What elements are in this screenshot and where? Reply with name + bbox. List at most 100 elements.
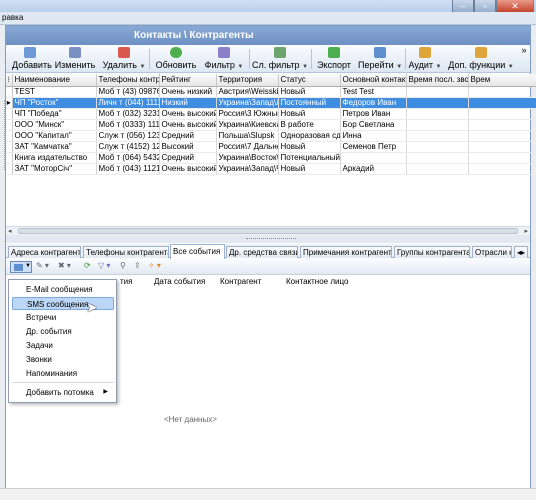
column-header[interactable]: Статус	[278, 74, 341, 87]
tabs-scroll-button[interactable]: ◂▸	[514, 246, 528, 258]
filter-events-button[interactable]: ▽ ▾	[98, 261, 110, 273]
audit-events-button[interactable]: ✧ ▾	[148, 261, 161, 273]
add-event-button[interactable]: ▼	[10, 261, 32, 273]
menu-item-tasks[interactable]: Задачи	[12, 339, 114, 352]
menu-item-edit[interactable]: равка	[2, 13, 23, 22]
filter-button[interactable]: Фильтр ▼	[202, 47, 246, 72]
table-cell[interactable]: Моб т (0333) 1111111	[96, 119, 160, 131]
table-cell[interactable]	[468, 163, 536, 175]
table-cell[interactable]: Очень высокий	[159, 108, 217, 120]
column-header[interactable]: Контрагент	[220, 277, 261, 286]
table-cell[interactable]: ООО "Минск"	[12, 119, 97, 131]
table-row[interactable]: ООО "Капитал"Служ т (056) 1234567Средний…	[6, 130, 536, 142]
table-cell[interactable]: В работе	[278, 119, 341, 131]
goto-button[interactable]: Перейти ▼	[358, 47, 402, 72]
refresh-events-button[interactable]: ⟳	[84, 261, 91, 273]
table-cell[interactable]: Одноразовая сдел	[278, 130, 341, 142]
column-header[interactable]: Время посл. звонк	[406, 74, 469, 87]
export-button[interactable]: Экспорт	[314, 47, 354, 72]
audit-button[interactable]: Аудит ▼	[408, 47, 442, 72]
table-cell[interactable]: Высокий	[159, 141, 217, 153]
column-header[interactable]: Дата события	[154, 277, 205, 286]
table-cell[interactable]: Петров Иван	[340, 108, 407, 120]
menu-item-reminders[interactable]: Напоминания	[12, 367, 114, 380]
table-cell[interactable]: Постоянный	[278, 97, 341, 109]
table-cell[interactable]: Новый	[278, 141, 341, 153]
menu-item-add-child[interactable]: Добавить потомка ▶	[12, 386, 114, 399]
table-cell[interactable]: Моб т (043) 11212121	[96, 163, 160, 175]
refresh-button[interactable]: Обновить	[153, 47, 199, 72]
tab-notes[interactable]: Примечания контрагента	[300, 246, 392, 258]
column-header[interactable]: Телефоны контрагент	[96, 74, 160, 87]
table-cell[interactable]	[468, 141, 536, 153]
table-row[interactable]: ▸ЧП "Росток"Личн т (044) 1111111НизкийУк…	[6, 97, 536, 109]
edit-button[interactable]: Изменить	[52, 47, 98, 72]
menu-item-meetings[interactable]: Встречи	[12, 311, 114, 324]
table-cell[interactable]	[468, 152, 536, 164]
table-cell[interactable]: Украина\Запад\Ль	[216, 97, 279, 109]
add-button[interactable]: Добавить	[12, 47, 52, 72]
table-row[interactable]: ООО "Минск"Моб т (0333) 1111111Очень выс…	[6, 119, 536, 131]
menu-item-other-events[interactable]: Др. события	[12, 325, 114, 338]
toolbar-overflow-button[interactable]: »	[520, 45, 528, 70]
table-cell[interactable]	[340, 152, 407, 164]
table-cell[interactable]: Служ т (4152) 123456	[96, 141, 160, 153]
table-cell[interactable]: ЧП "Победа"	[12, 108, 97, 120]
tab-groups[interactable]: Группы контрагента	[394, 246, 470, 258]
panel-splitter[interactable]	[6, 235, 530, 243]
column-header[interactable]: Наименование	[12, 74, 97, 87]
table-row[interactable]: TESTМоб т (43) 0987654Очень низкийАвстри…	[6, 86, 536, 98]
table-cell[interactable]	[468, 130, 536, 142]
edit-event-button[interactable]: ✎ ▾	[36, 261, 49, 273]
table-row[interactable]: ЗАТ "МоторСіч"Моб т (043) 11212121Очень …	[6, 163, 536, 175]
table-cell[interactable]	[468, 86, 536, 98]
table-cell[interactable]: Украина\Восток\Х	[216, 152, 279, 164]
table-cell[interactable]: Средний	[159, 152, 217, 164]
table-cell[interactable]: Новый	[278, 86, 341, 98]
table-cell[interactable]: Очень высокий	[159, 163, 217, 175]
column-header[interactable]: Основной контакт	[340, 74, 407, 87]
table-cell[interactable]: Моб т (032) 3231111; М	[96, 108, 160, 120]
table-cell[interactable]	[406, 86, 469, 98]
table-row[interactable]: Книга издательствоМоб т (064) 5432111Сре…	[6, 152, 536, 164]
menu-item-sms[interactable]: SMS сообщения	[12, 297, 114, 310]
table-cell[interactable]: ЗАТ "МоторСіч"	[12, 163, 97, 175]
table-cell[interactable]: Россия\3 Южный\	[216, 108, 279, 120]
table-row[interactable]: ЗАТ "Камчатка"Служ т (4152) 123456Высоки…	[6, 141, 536, 153]
tab-phones[interactable]: Телефоны контрагента	[83, 246, 169, 258]
table-cell[interactable]	[406, 97, 469, 109]
table-cell[interactable]	[406, 141, 469, 153]
scroll-right-icon[interactable]: ▸	[524, 227, 528, 235]
menu-item-calls[interactable]: Звонки	[12, 353, 114, 366]
table-cell[interactable]: ЗАТ "Камчатка"	[12, 141, 97, 153]
scrollbar-thumb[interactable]	[18, 228, 518, 234]
table-cell[interactable]: TEST	[12, 86, 97, 98]
complex-filter-events-button[interactable]: ⚲	[120, 261, 126, 273]
table-row[interactable]: ЧП "Победа"Моб т (032) 3231111; МОчень в…	[6, 108, 536, 120]
column-header[interactable]: тия	[120, 277, 132, 286]
tab-all-events[interactable]: Все события	[170, 244, 225, 259]
table-cell[interactable]: Бор Светлана	[340, 119, 407, 131]
table-cell[interactable]: Польша\Slupsk	[216, 130, 279, 142]
table-cell[interactable]: Очень низкий	[159, 86, 217, 98]
tab-industries[interactable]: Отрасли ко	[472, 246, 512, 258]
menu-item-email[interactable]: E-Mail сообщения	[12, 283, 114, 296]
column-header[interactable]: Территория	[216, 74, 279, 87]
table-cell[interactable]: Австрия\Weisskirch	[216, 86, 279, 98]
table-cell[interactable]	[468, 119, 536, 131]
column-header[interactable]: Врем	[468, 74, 536, 87]
table-cell[interactable]: Моб т (43) 0987654	[96, 86, 160, 98]
table-cell[interactable]	[406, 152, 469, 164]
table-cell[interactable]	[406, 108, 469, 120]
table-cell[interactable]: Аркадий	[340, 163, 407, 175]
scroll-left-icon[interactable]: ◂	[8, 227, 12, 235]
table-cell[interactable]: ООО "Капитал"	[12, 130, 97, 142]
table-cell[interactable]: Test Test	[340, 86, 407, 98]
complex-filter-button[interactable]: Сл. фильтр ▼	[252, 47, 308, 72]
extra-functions-button[interactable]: Доп. функции ▼	[446, 47, 516, 72]
table-cell[interactable]: ЧП "Росток"	[12, 97, 97, 109]
table-cell[interactable]: Россия\7 Дальнев	[216, 141, 279, 153]
table-cell[interactable]: Новый	[278, 108, 341, 120]
table-cell[interactable]: Потенциальный	[278, 152, 341, 164]
table-cell[interactable]: Украина\Запад\Ч	[216, 163, 279, 175]
